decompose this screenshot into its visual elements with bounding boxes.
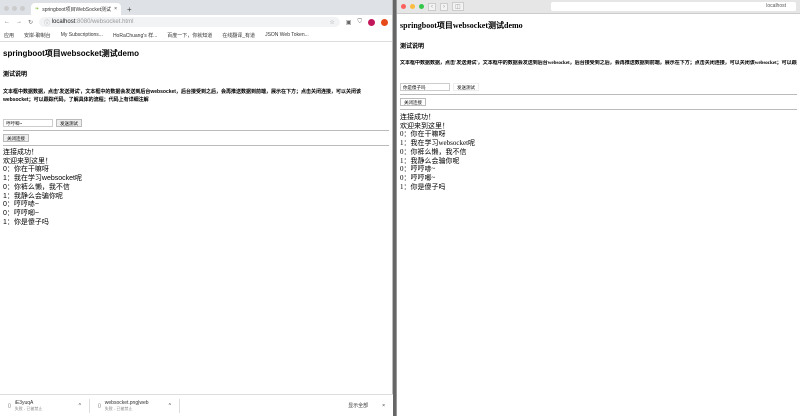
bookmarks-bar: 应用 安岸-聊制台 My Subscriptions... HoRaChuang… — [0, 29, 392, 42]
message: 1：你是傻子吗 — [400, 182, 446, 191]
message: 0：哼哼唧~ — [400, 173, 436, 182]
star-icon[interactable]: ☆ — [329, 19, 334, 26]
zoom-window-button[interactable] — [419, 4, 424, 9]
divider — [3, 130, 389, 131]
back-icon[interactable]: ‹ — [428, 2, 436, 11]
page-title: springboot项目websocket测试demo — [3, 49, 140, 58]
sidebar-icon[interactable]: ◫ — [452, 2, 464, 11]
message: 0：你在干嘛呀 — [3, 166, 49, 174]
url-input[interactable]: ⓘ localhost:8080/websocket.html ☆ — [39, 17, 340, 27]
bookmark[interactable]: 安岸-聊制台 — [24, 32, 51, 39]
file-icon: ▯ — [8, 402, 11, 409]
bookmark[interactable]: JSON Web Token... — [265, 32, 309, 38]
message: 1：你是傻子吗 — [3, 218, 49, 226]
message: 1：我在学习websocket呢 — [3, 175, 82, 183]
back-icon[interactable]: ← — [4, 19, 10, 25]
forward-icon[interactable]: › — [440, 2, 448, 11]
message: 0：哼哼哧~ — [3, 201, 39, 209]
bookmark[interactable]: HoRaChuang's 样... — [113, 32, 157, 39]
send-button[interactable]: 发送测试 — [56, 119, 82, 127]
message: 0：哼哼哧~ — [400, 165, 436, 174]
message: 连接成功！ — [3, 149, 38, 156]
avatar[interactable] — [368, 18, 375, 26]
page-title: springboot项目websocket测试demo — [400, 21, 523, 30]
description: 文本框中数据数据，点击'发送测试'，文本框中的数据会发送到后台websocket… — [3, 89, 361, 103]
message: 0：你裤么懒，我不信 — [400, 147, 467, 156]
message-list: 连接成功！ 欢迎来到这里！ 0：你在干嘛呀 1：我在学习websocket呢 0… — [3, 149, 389, 227]
message: 欢迎来到这里！ — [3, 157, 52, 165]
bookmark[interactable]: 百度一下，你就知道 — [167, 32, 212, 39]
send-button[interactable]: 发送测试 — [453, 83, 479, 91]
show-all-button[interactable]: 显示全部 — [348, 402, 368, 409]
chevron-up-icon[interactable]: ^ — [169, 403, 171, 409]
bookmark[interactable]: 应用 — [4, 32, 14, 39]
divider — [400, 94, 797, 95]
url-input[interactable]: localhost — [551, 2, 796, 11]
safari-window: ‹ › ◫ localhost springboot项目websocket测试dem… — [396, 0, 800, 416]
message-list: 连接成功！ 欢迎来到这里！ 0：你在干嘛呀 1：我在学习websocket呢 0… — [400, 113, 797, 191]
description: 文本框中数据数据，点击'发送测试'，文本框中的数据会发送到后台websocket… — [400, 61, 797, 66]
tab-bar: ❧ springboot项目WebSocket测试 × + — [0, 0, 392, 15]
message: 1：我静么会骗你呢 — [400, 156, 460, 165]
message: 1：我静么会骗你呢 — [3, 192, 63, 200]
download-item[interactable]: ▯ websocket.png|web 失败 - 已被禁止 ^ — [90, 398, 180, 413]
new-tab-button[interactable]: + — [127, 5, 132, 14]
safari-toolbar: ‹ › ◫ localhost — [397, 0, 800, 14]
message-input[interactable]: 哼哼唧~ — [3, 119, 53, 127]
download-bar: ▯ iE3yuqA 失败 - 已被禁止 ^ ▯ websocket.png|web 失败 … — [0, 394, 393, 416]
divider — [3, 145, 389, 146]
divider — [400, 109, 797, 110]
close-icon[interactable]: × — [382, 403, 385, 409]
bookmark[interactable]: 在线翻译_有道 — [222, 32, 255, 39]
download-item[interactable]: ▯ iE3yuqA 失败 - 已被禁止 ^ — [0, 398, 90, 413]
page-content: springboot项目websocket测试demo 测试说明 文本框中数据数… — [0, 42, 392, 231]
chevron-up-icon[interactable]: ^ — [79, 403, 81, 409]
window-controls[interactable] — [4, 6, 25, 11]
extension-icon[interactable]: ▣ — [346, 19, 352, 26]
close-connection-button[interactable]: 关闭连接 — [400, 98, 426, 106]
address-bar: ← → ↻ ⓘ localhost:8080/websocket.html ☆ ▣ ⛉ — [0, 15, 392, 29]
close-tab-icon[interactable]: × — [114, 6, 117, 12]
message: 欢迎来到这里！ — [400, 121, 449, 130]
message: 0：你裤么懒，我不信 — [3, 183, 70, 191]
browser-tab[interactable]: ❧ springboot项目WebSocket测试 × — [31, 3, 121, 15]
section-heading: 测试说明 — [400, 44, 425, 50]
close-connection-button[interactable]: 关闭连接 — [3, 134, 29, 142]
message: 0：哼哼唧~ — [3, 209, 39, 217]
section-heading: 测试说明 — [3, 72, 28, 78]
message: 1：我在学习websocket呢 — [400, 139, 476, 148]
menu-icon[interactable] — [381, 18, 388, 26]
bookmark[interactable]: My Subscriptions... — [61, 32, 103, 38]
page-content: springboot项目websocket测试demo 测试说明 文本框中数据数… — [397, 14, 800, 195]
minimize-window-button[interactable] — [410, 4, 415, 9]
message: 连接成功！ — [400, 113, 435, 121]
reload-icon[interactable]: ↻ — [28, 19, 33, 26]
close-window-button[interactable] — [401, 4, 406, 9]
shield-icon[interactable]: ⛉ — [357, 19, 362, 26]
leaf-icon: ❧ — [35, 6, 40, 12]
message: 0：你在干嘛呀 — [400, 130, 446, 139]
chrome-window: ❧ springboot项目WebSocket测试 × + ← → ↻ ⓘ localh… — [0, 0, 393, 416]
message-input[interactable]: 你是傻子吗 — [400, 83, 450, 91]
forward-icon[interactable]: → — [16, 19, 22, 25]
file-icon: ▯ — [98, 402, 101, 409]
